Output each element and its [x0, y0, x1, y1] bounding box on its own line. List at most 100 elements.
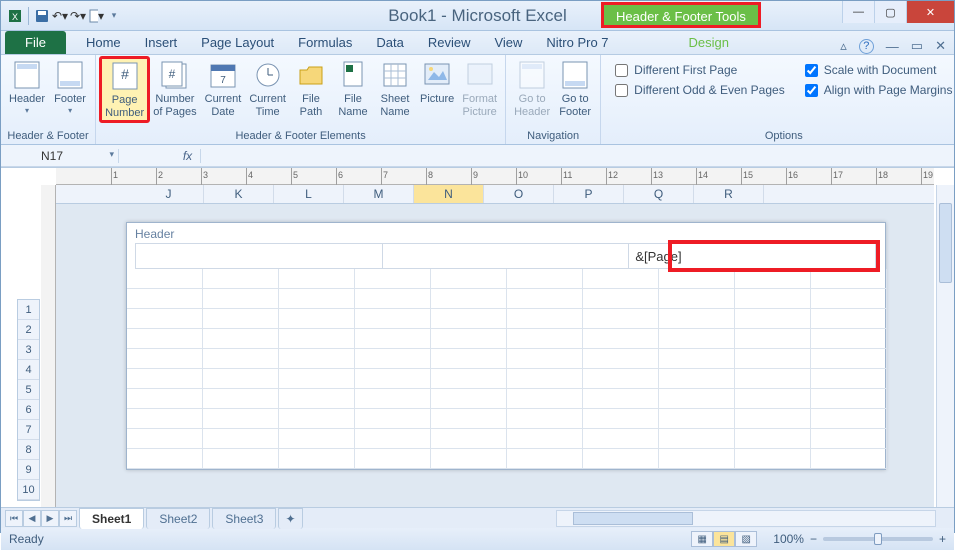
help-icon[interactable]: ? [859, 39, 874, 54]
cell[interactable] [431, 429, 507, 449]
row-header[interactable]: 3 [18, 340, 39, 360]
cell[interactable] [583, 389, 659, 409]
minimize-ribbon-icon[interactable]: ▵ [840, 38, 847, 54]
tab-file[interactable]: File [5, 31, 66, 54]
cell[interactable] [203, 269, 279, 289]
sheet-tab-3[interactable]: Sheet3 [212, 508, 276, 529]
sheet-nav-first[interactable]: ⏮ [5, 510, 23, 527]
current-time-button[interactable]: Current Time [245, 57, 290, 120]
cell[interactable] [355, 349, 431, 369]
cell[interactable] [279, 309, 355, 329]
hscroll-thumb[interactable] [573, 512, 693, 525]
cell[interactable] [431, 349, 507, 369]
cell[interactable] [811, 269, 887, 289]
cell[interactable] [203, 429, 279, 449]
cell[interactable] [127, 389, 203, 409]
name-box[interactable]: N17 [1, 149, 119, 163]
cell[interactable] [355, 389, 431, 409]
header-right[interactable]: &[Page] [629, 244, 876, 268]
cell[interactable] [431, 289, 507, 309]
workbook-close-icon[interactable]: ✕ [935, 38, 946, 54]
cell[interactable] [127, 289, 203, 309]
cell[interactable] [279, 329, 355, 349]
cell[interactable] [127, 449, 203, 469]
undo-icon[interactable]: ↶▾ [52, 8, 68, 24]
cell[interactable] [811, 369, 887, 389]
cell[interactable] [431, 369, 507, 389]
tab-nitro[interactable]: Nitro Pro 7 [534, 31, 620, 54]
cell[interactable] [355, 329, 431, 349]
cell[interactable] [659, 309, 735, 329]
tab-view[interactable]: View [482, 31, 534, 54]
cell[interactable] [583, 349, 659, 369]
column-header[interactable]: L [274, 185, 344, 203]
cell[interactable] [735, 429, 811, 449]
cell[interactable] [583, 449, 659, 469]
view-normal[interactable]: ▦ [691, 531, 713, 547]
footer-button[interactable]: Footer▾ [49, 57, 91, 117]
picture-button[interactable]: Picture [416, 57, 458, 108]
cell[interactable] [127, 369, 203, 389]
cell[interactable] [127, 349, 203, 369]
cell[interactable] [355, 409, 431, 429]
sheet-tab-new[interactable]: ✦ [278, 508, 302, 529]
sheet-tab-2[interactable]: Sheet2 [146, 508, 210, 529]
cell[interactable] [507, 369, 583, 389]
cell[interactable] [431, 309, 507, 329]
column-header[interactable]: P [554, 185, 624, 203]
column-header[interactable]: Q [624, 185, 694, 203]
zoom-level[interactable]: 100% [773, 532, 804, 546]
cell[interactable] [659, 289, 735, 309]
cell[interactable] [355, 289, 431, 309]
cell[interactable] [127, 309, 203, 329]
cell[interactable] [583, 309, 659, 329]
cell[interactable] [811, 449, 887, 469]
cell[interactable] [735, 449, 811, 469]
number-of-pages-button[interactable]: #Number of Pages [149, 57, 200, 120]
cell[interactable] [659, 429, 735, 449]
cell[interactable] [355, 309, 431, 329]
cell[interactable] [659, 449, 735, 469]
cell[interactable] [355, 269, 431, 289]
cell[interactable] [279, 389, 355, 409]
cell[interactable] [583, 409, 659, 429]
sheet-tab-1[interactable]: Sheet1 [79, 508, 144, 529]
cell[interactable] [735, 269, 811, 289]
minimize-button[interactable]: — [842, 1, 874, 23]
cell[interactable] [659, 349, 735, 369]
column-header[interactable]: J [134, 185, 204, 203]
cell[interactable] [279, 269, 355, 289]
cell[interactable] [659, 389, 735, 409]
cell[interactable] [203, 309, 279, 329]
column-header[interactable]: O [484, 185, 554, 203]
vertical-scrollbar[interactable] [936, 185, 954, 507]
file-name-button[interactable]: File Name [332, 57, 374, 120]
close-button[interactable]: ✕ [906, 1, 954, 23]
worksheet-page[interactable]: Header &[Page] [126, 222, 886, 470]
cell[interactable] [279, 429, 355, 449]
row-headers[interactable]: 12345678910 [17, 299, 40, 501]
view-page-layout[interactable]: ▤ [713, 531, 735, 547]
cell[interactable] [507, 429, 583, 449]
tab-design[interactable]: Design [677, 31, 741, 54]
cell[interactable] [735, 309, 811, 329]
cell[interactable] [127, 329, 203, 349]
cell[interactable] [279, 449, 355, 469]
cell[interactable] [735, 289, 811, 309]
header-center[interactable] [383, 244, 630, 268]
cell[interactable] [583, 429, 659, 449]
cell[interactable] [355, 369, 431, 389]
row-header[interactable]: 7 [18, 420, 39, 440]
column-headers[interactable]: JKLMNOPQR [56, 185, 934, 204]
tab-insert[interactable]: Insert [133, 31, 190, 54]
cell[interactable] [583, 329, 659, 349]
cell-grid[interactable] [127, 269, 885, 469]
sheet-name-button[interactable]: Sheet Name [374, 57, 416, 120]
cell[interactable] [127, 409, 203, 429]
cell[interactable] [735, 349, 811, 369]
cell[interactable] [583, 269, 659, 289]
cell[interactable] [811, 429, 887, 449]
cell[interactable] [431, 449, 507, 469]
row-header[interactable]: 2 [18, 320, 39, 340]
scroll-thumb[interactable] [939, 203, 952, 283]
